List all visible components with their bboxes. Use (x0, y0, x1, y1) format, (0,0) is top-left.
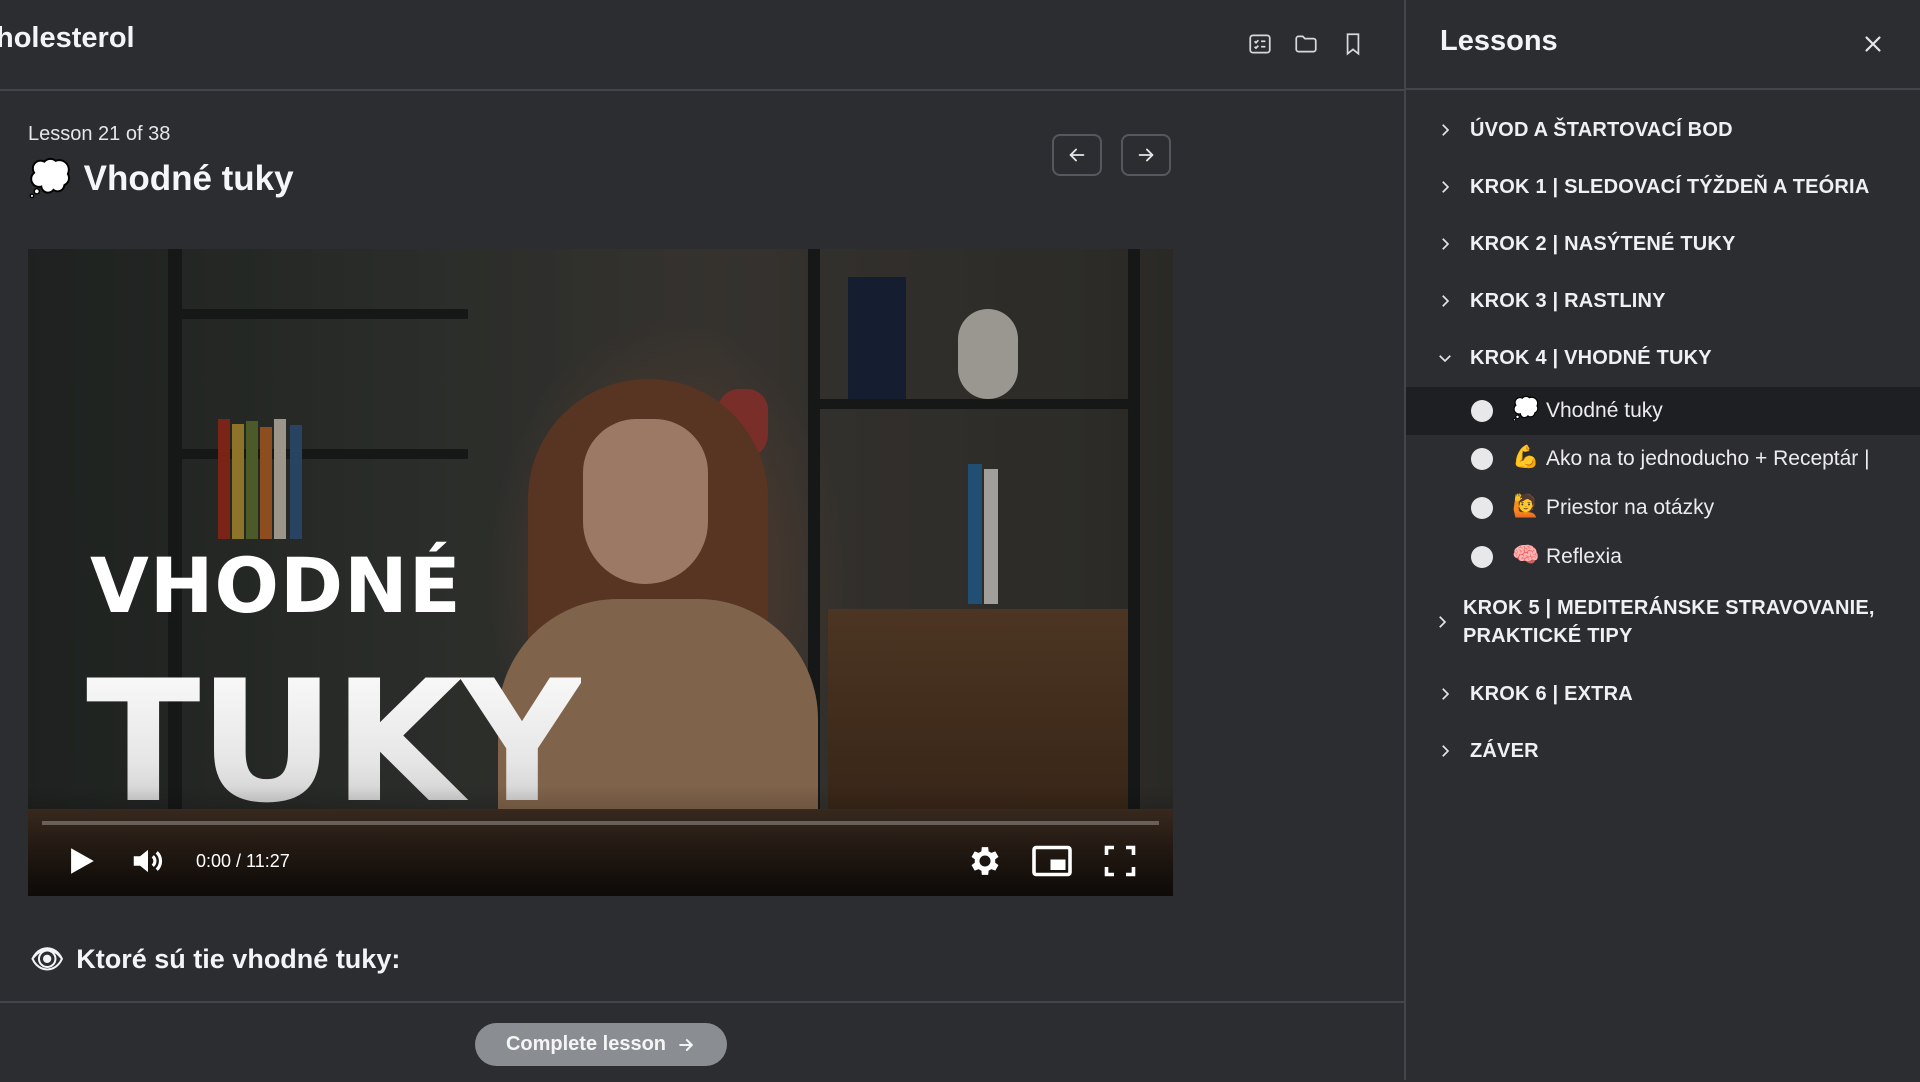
eye-icon: 👁 (30, 944, 65, 975)
section-label: KROK 2 | NASÝTENÉ TUKY (1470, 233, 1736, 255)
raising-hand-icon: 🙋 (1512, 494, 1540, 519)
section-label: KROK 4 | VHODNÉ TUKY (1470, 347, 1712, 369)
lesson-item-label: Reflexia (1546, 545, 1622, 568)
section-krok-4[interactable]: KROK 4 | VHODNÉ TUKY (1406, 344, 1920, 372)
chevron-right-icon (1442, 295, 1450, 307)
next-lesson-button[interactable] (1121, 134, 1171, 176)
section-zaver[interactable]: ZÁVER (1406, 737, 1920, 765)
footer-bar: Complete lesson (0, 1001, 1404, 1082)
miniplayer-icon[interactable] (1031, 843, 1073, 879)
thought-bubble-icon: 💭 (28, 159, 72, 199)
section-label-line1: KROK 5 | MEDITERÁNSKE STRAVOVANIE, (1463, 597, 1875, 619)
video-player[interactable]: VHODNÉ TUKY 0:00 / 11:27 (28, 249, 1173, 896)
complete-lesson-label: Complete lesson (505, 1033, 667, 1055)
section-label: KROK 3 | RASTLINY (1470, 290, 1666, 312)
lesson-item-label: Vhodné tuky (1546, 399, 1663, 422)
arrow-right-icon (1138, 148, 1154, 162)
lesson-item-vhodne-tuky[interactable]: 💭 Vhodné tuky (1406, 387, 1920, 435)
lesson-item-label: Priestor na otázky (1546, 496, 1715, 519)
section-krok-1[interactable]: KROK 1 | SLEDOVACÍ TÝŽDEŇ A TEÓRIA (1406, 173, 1920, 201)
section-label: KROK 6 | EXTRA (1470, 683, 1633, 705)
lesson-status-radio[interactable] (1471, 497, 1493, 519)
chevron-right-icon (1439, 616, 1447, 628)
complete-lesson-button[interactable]: Complete lesson (475, 1023, 727, 1066)
video-time: 0:00 / 11:27 (196, 851, 290, 871)
arrow-left-icon (1069, 148, 1085, 162)
section-krok-6[interactable]: KROK 6 | EXTRA (1406, 680, 1920, 708)
lesson-item-ako-na-to[interactable]: 💪 Ako na to jednoducho + Receptár | (1406, 435, 1920, 483)
top-bar: holesterol (0, 0, 1404, 91)
bookmark-icon[interactable] (1339, 30, 1367, 58)
chevron-right-icon (1442, 181, 1450, 193)
lesson-status-radio[interactable] (1471, 400, 1493, 422)
content-heading: 👁 Ktoré sú tie vhodné tuky: (30, 943, 401, 976)
chevron-right-icon (1442, 124, 1450, 136)
folder-icon[interactable] (1292, 30, 1320, 58)
lesson-item-label: Ako na to jednoducho + Receptár | (1546, 447, 1870, 470)
section-label: KROK 1 | SLEDOVACÍ TÝŽDEŇ A TEÓRIA (1470, 176, 1870, 198)
course-title: holesterol (0, 22, 135, 54)
thought-bubble-icon: 💭 (1512, 397, 1540, 422)
lesson-item-reflexia[interactable]: 🧠 Reflexia (1406, 533, 1920, 581)
section-label-line2: PRAKTICKÉ TIPY (1463, 625, 1633, 647)
play-icon[interactable] (64, 843, 98, 879)
video-progress-bar[interactable] (42, 821, 1159, 825)
lesson-counter: Lesson 21 of 38 (28, 123, 171, 145)
main-panel: holesterol Lesson 21 of 38 💭 Vhodné tuky (0, 0, 1404, 1082)
chevron-right-icon (1442, 238, 1450, 250)
volume-icon[interactable] (128, 842, 168, 880)
list-check-icon[interactable] (1246, 30, 1274, 58)
section-krok-3[interactable]: KROK 3 | RASTLINY (1406, 287, 1920, 315)
chevron-down-icon (1439, 355, 1451, 363)
lesson-status-radio[interactable] (1471, 448, 1493, 470)
chevron-right-icon (1442, 745, 1450, 757)
lesson-item-priestor-na-otazky[interactable]: 🙋 Priestor na otázky (1406, 484, 1920, 532)
fullscreen-icon[interactable] (1102, 843, 1138, 879)
section-label: ÚVOD A ŠTARTOVACÍ BOD (1470, 119, 1733, 141)
brain-icon: 🧠 (1512, 543, 1540, 568)
previous-lesson-button[interactable] (1052, 134, 1102, 176)
close-icon[interactable] (1860, 31, 1886, 57)
arrow-right-icon (679, 1038, 693, 1051)
section-krok-2[interactable]: KROK 2 | NASÝTENÉ TUKY (1406, 230, 1920, 258)
sidebar-divider (1406, 88, 1920, 90)
settings-gear-icon[interactable] (966, 842, 1004, 880)
sidebar-title: Lessons (1440, 25, 1558, 57)
section-label: ZÁVER (1470, 740, 1539, 762)
lesson-title: 💭 Vhodné tuky (28, 158, 294, 200)
flexed-biceps-icon: 💪 (1512, 445, 1540, 470)
lesson-status-radio[interactable] (1471, 546, 1493, 568)
section-intro[interactable]: ÚVOD A ŠTARTOVACÍ BOD (1406, 116, 1920, 144)
content-heading-text: Ktoré sú tie vhodné tuky: (76, 943, 401, 974)
section-krok-5[interactable]: KROK 5 | MEDITERÁNSKE STRAVOVANIE, PRAKT… (1406, 594, 1920, 650)
chevron-right-icon (1442, 688, 1450, 700)
lessons-sidebar: Lessons ÚVOD A ŠTARTOVACÍ BOD KROK 1 | S… (1404, 0, 1920, 1080)
lesson-title-text: Vhodné tuky (83, 158, 294, 198)
video-overlay-title-line1: VHODNÉ (90, 541, 462, 630)
